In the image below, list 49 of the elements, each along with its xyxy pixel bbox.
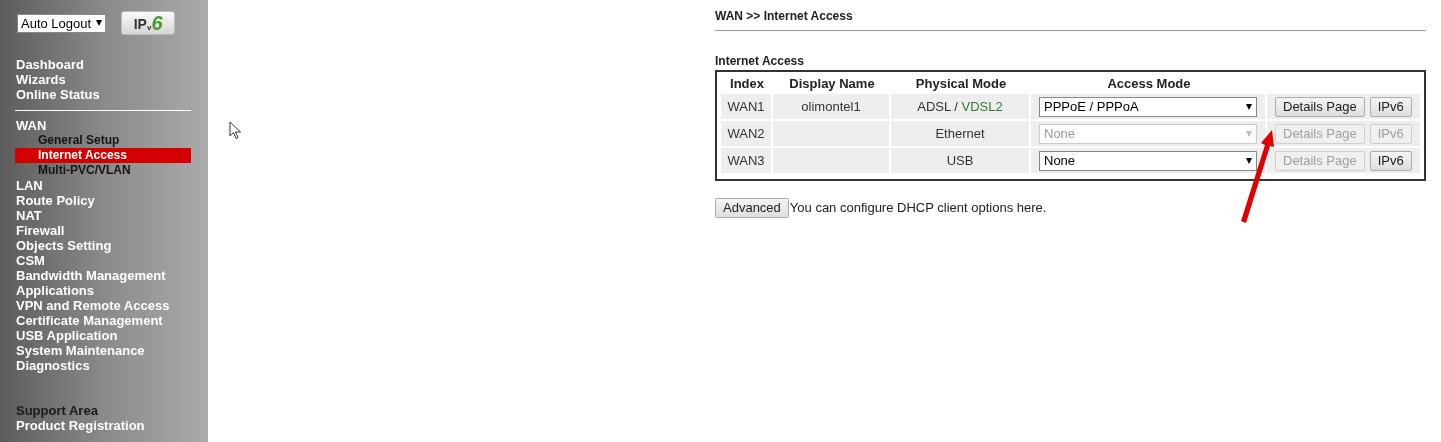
sidebar-item[interactable]: Dashboard — [15, 57, 191, 72]
table-cell: Ethernet — [891, 121, 1029, 146]
ipv6-button[interactable]: IPv6 — [121, 11, 176, 35]
table-cell: USB — [891, 148, 1029, 173]
dropdown-arrow-icon — [96, 20, 103, 26]
table-cell: olimontel1 — [773, 94, 889, 119]
sidebar-item[interactable]: Route Policy — [15, 193, 191, 208]
sidebar-subitem[interactable]: Internet Access — [15, 148, 191, 163]
sidebar-item[interactable]: VPN and Remote Access — [15, 298, 191, 313]
advanced-note: You can configure DHCP client options here. — [789, 199, 1047, 218]
sidebar-item[interactable]: WAN — [15, 118, 191, 133]
access-mode-select[interactable]: PPPoE / PPPoA — [1039, 96, 1257, 117]
sidebar-item[interactable]: Diagnostics — [15, 358, 191, 373]
mouse-pointer-icon — [229, 121, 242, 140]
ipv6-button[interactable]: IPv6 — [1369, 96, 1412, 117]
sidebar-item[interactable]: Objects Setting — [15, 238, 191, 253]
sidebar-item[interactable]: Product Registration — [15, 418, 191, 433]
sidebar-item[interactable]: Wizards — [15, 72, 191, 87]
column-header: Physical Mode — [914, 75, 1008, 93]
column-header: Index — [729, 75, 765, 93]
sidebar-item[interactable]: LAN — [15, 178, 191, 193]
details-page-button[interactable]: Details Page — [1275, 96, 1365, 117]
sidebar-item[interactable]: Online Status — [15, 87, 191, 102]
sidebar-item[interactable]: CSM — [15, 253, 191, 268]
sidebar-heading: Support Area — [15, 403, 99, 418]
table-cell: WAN2 — [721, 121, 771, 146]
table-cell: WAN3 — [721, 148, 771, 173]
column-header: Display Name — [788, 75, 876, 93]
ipv6-button[interactable]: IPv6 — [1369, 150, 1412, 171]
auto-logout-select[interactable]: Auto Logout — [17, 13, 107, 33]
sidebar-item[interactable]: Bandwidth Management — [15, 268, 191, 283]
sidebar-subitem[interactable]: Multi-PVC/VLAN — [15, 163, 191, 178]
dropdown-arrow-icon — [1246, 103, 1252, 110]
dropdown-arrow-icon — [1246, 130, 1252, 137]
sidebar-item[interactable]: Applications — [15, 283, 191, 298]
table-cell: ADSL / VDSL2 — [891, 94, 1029, 119]
sidebar-subitem[interactable]: General Setup — [15, 133, 191, 148]
sidebar-item[interactable]: System Maintenance — [15, 343, 191, 358]
breadcrumb: WAN >> Internet Access — [715, 8, 1426, 31]
advanced-button[interactable]: Advanced — [715, 198, 789, 218]
sidebar-item[interactable]: NAT — [15, 208, 191, 223]
sidebar-item[interactable]: USB Application — [15, 328, 191, 343]
access-mode-select[interactable]: None — [1039, 150, 1257, 171]
section-title: Internet Access — [715, 54, 805, 68]
table-cell: WAN1 — [721, 94, 771, 119]
sidebar-item[interactable]: Firewall — [15, 223, 191, 238]
column-header: Access Mode — [1106, 75, 1192, 93]
dropdown-arrow-icon — [1246, 157, 1252, 164]
sidebar-item[interactable]: Certificate Management — [15, 313, 191, 328]
